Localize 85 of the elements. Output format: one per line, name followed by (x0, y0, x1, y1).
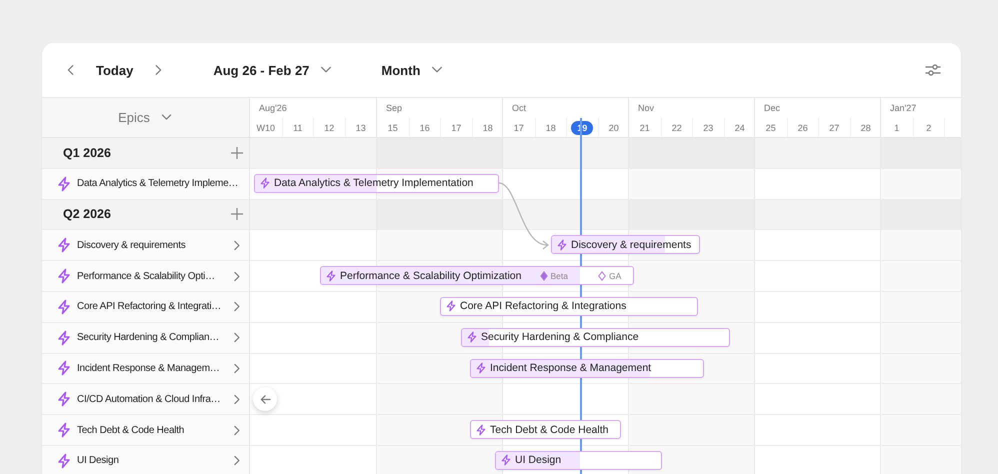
lightning-icon (56, 176, 72, 192)
epic-bar[interactable]: Incident Response & Management (470, 358, 704, 378)
week-label[interactable]: 13 (356, 122, 366, 132)
lightning-icon (325, 270, 337, 282)
epic-name[interactable]: CI/CD Automation & Cloud Infra… (77, 394, 223, 405)
lightning-icon (56, 237, 72, 254)
dependency-arrow (498, 182, 549, 250)
epic-name[interactable]: Security Hardening & Complian… (77, 332, 223, 344)
bar-label: Data Analytics & Telemetry Implementation (274, 177, 474, 190)
week-label[interactable]: 18 (546, 122, 556, 132)
plus-icon (231, 146, 243, 159)
week-label[interactable]: 21 (640, 122, 650, 132)
epic-bar[interactable]: Discovery & requirements (551, 235, 700, 254)
week-label[interactable]: 20 (608, 122, 619, 132)
lightning-icon (466, 331, 478, 344)
lightning-icon (56, 391, 72, 408)
group-title: Q1 2026 (63, 146, 112, 160)
milestone-label: Beta (540, 270, 568, 281)
lightning-icon (56, 298, 72, 315)
add-button[interactable] (229, 144, 245, 161)
week-label[interactable]: 22 (672, 122, 682, 132)
lightning-icon (259, 177, 271, 190)
bar-label: UI Design (515, 454, 562, 466)
lightning-icon (56, 422, 72, 438)
epic-name[interactable]: Data Analytics & Telemetry Impleme… (77, 178, 245, 190)
week-label[interactable]: 11 (293, 122, 302, 132)
epic-row[interactable]: Incident Response & Managem… (42, 354, 249, 384)
lightning-icon (475, 424, 487, 436)
epic-name[interactable]: Discovery & requirements (77, 240, 223, 251)
lightning-icon (475, 362, 487, 374)
today-button[interactable]: Today (86, 60, 144, 80)
week-label[interactable]: W10 (256, 122, 275, 132)
week-label[interactable]: 25 (766, 122, 776, 132)
week-label[interactable]: 1 (894, 122, 900, 132)
month-label: Sep (385, 102, 404, 115)
bar-label: Performance & Scalability Optimization (340, 270, 522, 282)
plus-icon (231, 208, 243, 220)
group-title: Q2 2026 (63, 207, 112, 222)
bar-label: Security Hardening & Compliance (481, 331, 639, 344)
view-dropdown[interactable]: Month (377, 60, 448, 80)
date-range-dropdown[interactable]: Aug 26 - Feb 27 (209, 60, 338, 80)
epic-name[interactable]: UI Design (77, 455, 223, 466)
month-label: Jan'27 (889, 102, 918, 115)
bar-label: Discovery & requirements (571, 238, 692, 251)
week-label[interactable]: 24 (734, 122, 745, 132)
week-label[interactable]: 17 (451, 122, 462, 132)
lightning-icon (556, 238, 568, 251)
lightning-icon (445, 300, 457, 312)
epic-bar[interactable]: Performance & Scalability Optimization Beta GA (320, 266, 634, 286)
epic-bar[interactable]: Data Analytics & Telemetry Implementation (254, 174, 499, 193)
epic-bar[interactable]: Security Hardening & Compliance (461, 328, 730, 347)
week-label[interactable]: 2 (926, 122, 932, 132)
arrow-left-icon (260, 394, 270, 405)
bar-label: Core API Refactoring & Integrations (460, 300, 626, 312)
lightning-icon (56, 360, 72, 376)
week-label[interactable]: 28 (860, 122, 871, 132)
week-label[interactable]: 26 (798, 122, 808, 132)
epic-bar[interactable]: UI Design (495, 450, 662, 470)
week-label[interactable]: 12 (324, 122, 334, 132)
month-label: Aug'26 (258, 102, 288, 115)
epic-bar[interactable]: Tech Debt & Code Health (470, 420, 621, 440)
week-label[interactable]: 23 (703, 122, 714, 132)
lightning-icon (56, 330, 72, 346)
epic-bar[interactable]: Core API Refactoring & Integrations (440, 296, 698, 316)
week-label[interactable]: 17 (514, 122, 524, 132)
week-label[interactable]: 18 (482, 122, 493, 132)
epic-name[interactable]: Incident Response & Managem… (77, 362, 223, 374)
month-label: Nov (637, 102, 656, 115)
epic-name[interactable]: Performance & Scalability Opti… (77, 270, 223, 282)
week-label[interactable]: 16 (420, 122, 430, 132)
add-button[interactable] (229, 206, 245, 222)
bar-label: Tech Debt & Code Health (490, 424, 608, 436)
epics-dropdown[interactable]: Epics (112, 109, 179, 126)
epic-name[interactable]: Core API Refactoring & Integrati… (77, 301, 223, 312)
week-label[interactable]: 27 (829, 122, 840, 132)
lightning-icon (56, 268, 72, 284)
bar-label: Incident Response & Management (490, 362, 652, 374)
month-label: Oct (511, 102, 528, 115)
epic-name[interactable]: Tech Debt & Code Health (77, 424, 223, 436)
milestone-label: GA (598, 270, 622, 281)
sliders-icon (925, 62, 941, 78)
month-label: Dec (763, 102, 782, 115)
lightning-icon (56, 452, 72, 469)
lightning-icon (500, 454, 512, 466)
week-label[interactable]: 15 (388, 122, 398, 132)
